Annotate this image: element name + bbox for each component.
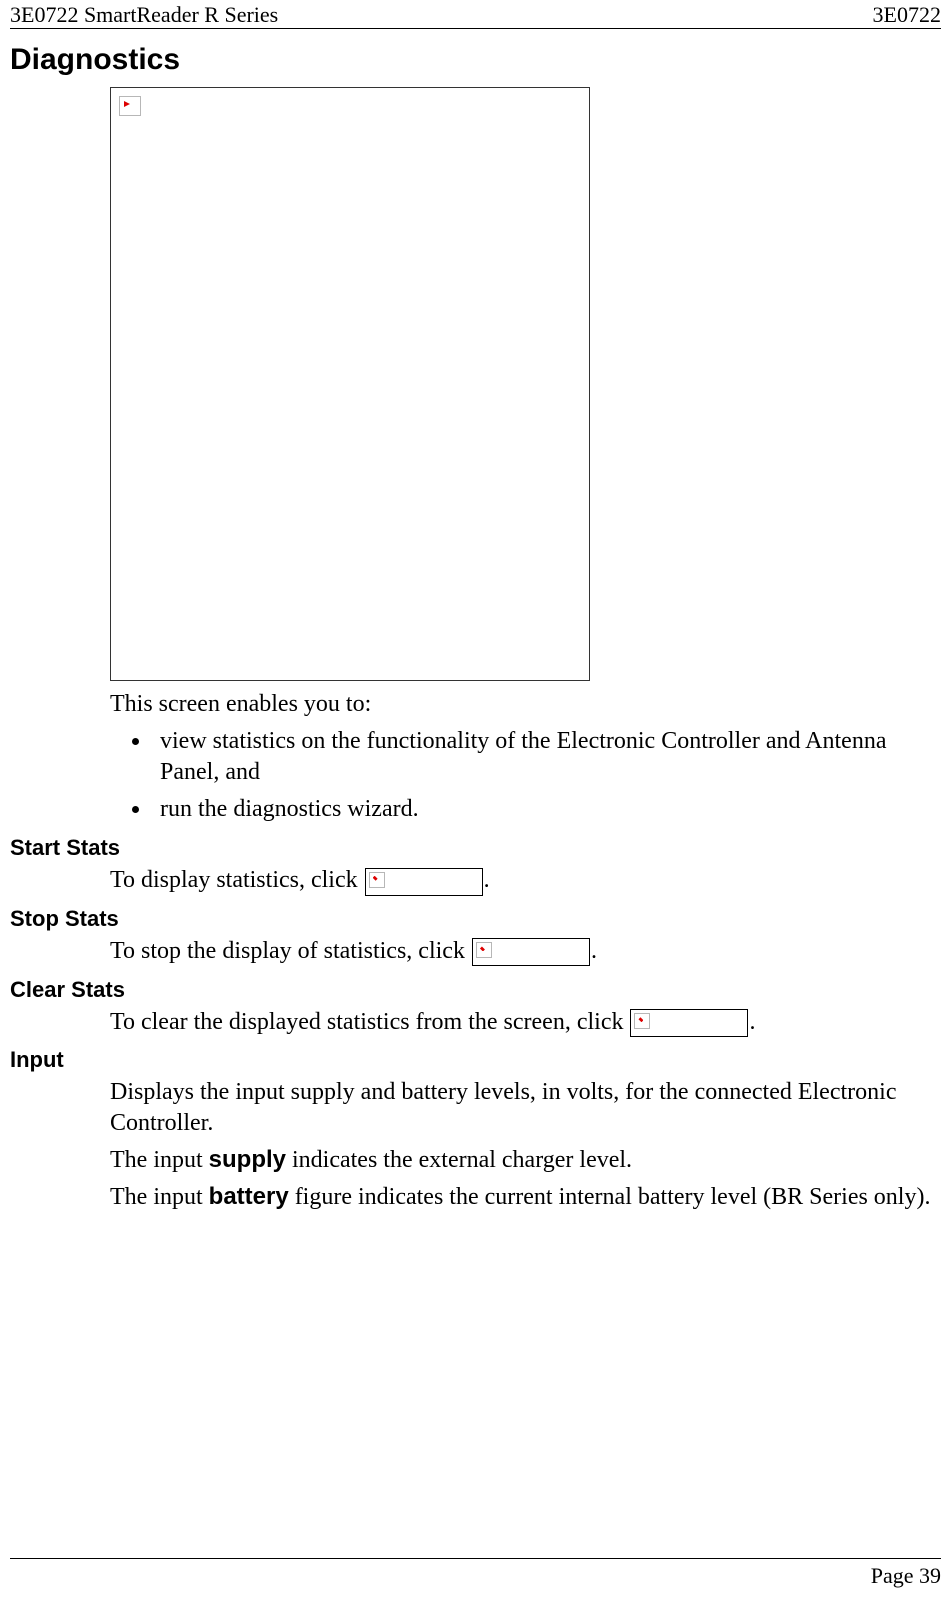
stop-stats-text-after: .	[591, 938, 597, 964]
section-title: Diagnostics	[10, 43, 941, 77]
broken-image-icon	[476, 942, 492, 958]
input-p2-after: indicates the external charger level.	[286, 1147, 632, 1173]
page-header: 3E0722 SmartReader R Series 3E0722	[10, 0, 941, 29]
start-stats-text-before: To display statistics, click	[110, 867, 364, 893]
clear-stats-text-before: To clear the displayed statistics from t…	[110, 1009, 629, 1035]
subheading-start-stats: Start Stats	[10, 835, 941, 861]
clear-stats-text-after: .	[749, 1009, 755, 1035]
stop-stats-button-image	[472, 938, 590, 966]
input-p2-bold: supply	[209, 1146, 286, 1173]
stop-stats-text-before: To stop the display of statistics, click	[110, 938, 471, 964]
broken-image-icon	[634, 1013, 650, 1029]
start-stats-text-after: .	[484, 867, 490, 893]
header-right: 3E0722	[873, 2, 941, 28]
input-p2: The input supply indicates the external …	[110, 1145, 933, 1176]
document-page: 3E0722 SmartReader R Series 3E0722 Diagn…	[0, 0, 951, 1599]
page-number: Page 39	[871, 1563, 941, 1588]
input-p3-after: figure indicates the current internal ba…	[289, 1184, 931, 1210]
intro-text: This screen enables you to:	[110, 689, 933, 720]
clear-stats-body: To clear the displayed statistics from t…	[110, 1007, 933, 1038]
header-left: 3E0722 SmartReader R Series	[10, 2, 278, 28]
list-item: view statistics on the functionality of …	[152, 726, 933, 788]
input-p3: The input battery figure indicates the c…	[110, 1182, 933, 1213]
start-stats-button-image	[365, 868, 483, 896]
input-p3-bold: battery	[209, 1183, 289, 1210]
screenshot-placeholder	[110, 87, 590, 681]
input-p1: Displays the input supply and battery le…	[110, 1077, 933, 1138]
bullet-list: view statistics on the functionality of …	[110, 726, 933, 826]
input-p3-before: The input	[110, 1184, 209, 1210]
clear-stats-button-image	[630, 1009, 748, 1037]
intro-block: This screen enables you to: view statist…	[110, 689, 933, 825]
subheading-stop-stats: Stop Stats	[10, 906, 941, 932]
list-item: run the diagnostics wizard.	[152, 794, 933, 825]
input-body: Displays the input supply and battery le…	[110, 1077, 933, 1212]
input-p2-before: The input	[110, 1147, 209, 1173]
broken-image-icon	[119, 96, 141, 116]
stop-stats-body: To stop the display of statistics, click…	[110, 936, 933, 967]
subheading-input: Input	[10, 1047, 941, 1073]
page-footer: Page 39	[10, 1558, 941, 1589]
broken-image-icon	[369, 872, 385, 888]
start-stats-body: To display statistics, click .	[110, 865, 933, 896]
subheading-clear-stats: Clear Stats	[10, 977, 941, 1003]
